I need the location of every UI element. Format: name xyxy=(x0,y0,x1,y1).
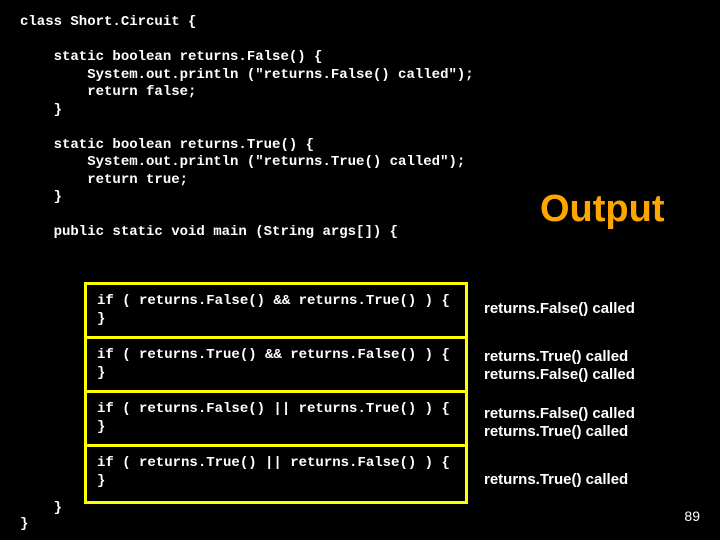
output-row: returns.True() called returns.False() ca… xyxy=(482,339,707,396)
output-line: returns.False() called xyxy=(484,405,707,423)
output-column: returns.False() called returns.True() ca… xyxy=(482,282,707,507)
class-declaration: class Short.Circuit { xyxy=(20,14,700,32)
if-row: if ( returns.True() || returns.False() )… xyxy=(87,447,465,501)
output-line: returns.True() called xyxy=(484,348,707,366)
output-line: returns.True() called xyxy=(484,471,707,489)
output-line: returns.False() called xyxy=(484,366,707,384)
if-row: if ( returns.False() || returns.True() )… xyxy=(87,393,465,447)
output-row: returns.True() called xyxy=(482,453,707,507)
if-row: if ( returns.False() && returns.True() )… xyxy=(87,285,465,339)
output-row: returns.False() called returns.True() ca… xyxy=(482,396,707,453)
if-statements-box: if ( returns.False() && returns.True() )… xyxy=(84,282,468,504)
output-heading: Output xyxy=(540,188,665,231)
output-line: returns.False() called xyxy=(484,300,707,318)
output-line: returns.True() called xyxy=(484,423,707,441)
closing-braces: } } xyxy=(20,500,62,532)
method-returns-false: static boolean returns.False() { System.… xyxy=(20,49,700,119)
slide-number: 89 xyxy=(684,508,700,524)
if-row: if ( returns.True() && returns.False() )… xyxy=(87,339,465,393)
output-row: returns.False() called xyxy=(482,282,707,339)
